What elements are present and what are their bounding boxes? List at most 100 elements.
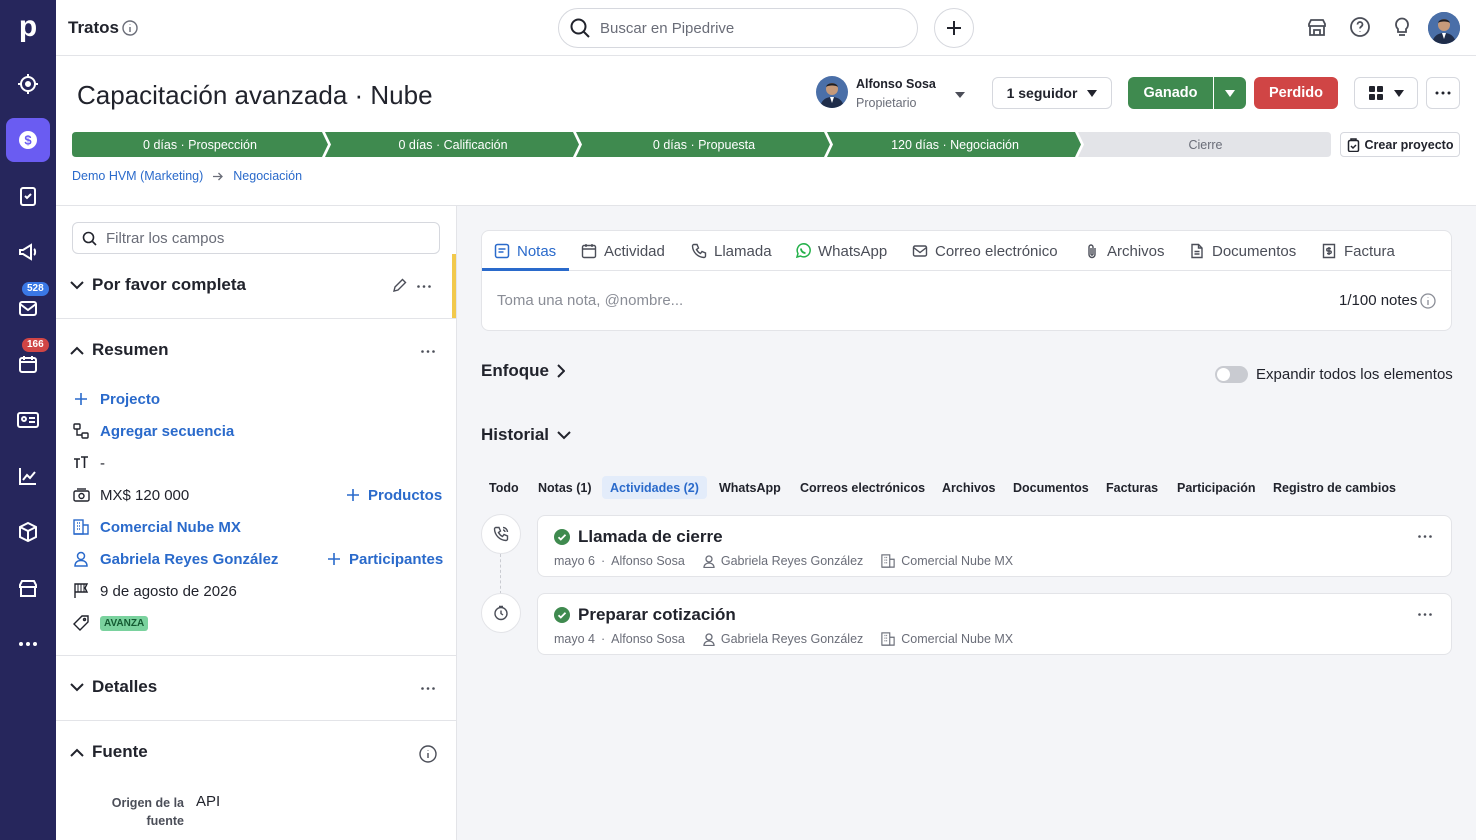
project-row[interactable]: Projecto [72, 388, 160, 410]
history-filter-invoices[interactable]: Facturas [1098, 476, 1166, 499]
organization-link[interactable]: Comercial Nube MX [100, 519, 241, 536]
tips-bulb-icon[interactable] [1391, 16, 1413, 38]
history-section-header[interactable]: Historial [481, 425, 571, 445]
history-filter-whatsapp[interactable]: WhatsApp [711, 476, 789, 499]
note-input[interactable]: Toma una nota, @nombre... [497, 292, 683, 309]
pipedrive-logo[interactable]: p [14, 10, 42, 44]
create-project-button[interactable]: Crear proyecto [1340, 132, 1460, 157]
activity-org[interactable]: Comercial Nube MX [901, 632, 1013, 646]
more-options-button[interactable] [1426, 77, 1460, 109]
source-section-header[interactable]: Fuente [70, 742, 148, 762]
complete-more-icon[interactable] [417, 285, 431, 288]
products-nav-icon[interactable] [6, 510, 50, 554]
info-icon[interactable] [419, 745, 437, 763]
info-icon[interactable] [122, 20, 138, 36]
followers-button[interactable]: 1 seguidor [992, 77, 1112, 109]
pipeline-stage[interactable]: 0 días · Propuesta [577, 132, 831, 157]
text-field-row[interactable]: - [72, 452, 105, 474]
activity-title[interactable]: Llamada de cierre [578, 527, 723, 547]
tab-documents[interactable]: Documentos [1189, 232, 1296, 270]
tasks-nav-icon[interactable] [6, 174, 50, 218]
activity-owner: Alfonso Sosa [611, 554, 685, 568]
activity-more-icon[interactable] [1418, 613, 1432, 616]
pipeline-stage[interactable]: 120 días · Negociación [828, 132, 1082, 157]
tab-call[interactable]: Llamada [691, 232, 772, 270]
owner-chevron-down-icon[interactable] [954, 91, 966, 99]
deal-tag[interactable]: AVANZA [100, 615, 149, 631]
marketplace-nav-icon[interactable] [6, 566, 50, 610]
details-more-icon[interactable] [421, 687, 435, 690]
edit-pencil-icon[interactable] [392, 278, 407, 293]
focus-section-header[interactable]: Enfoque [481, 361, 565, 381]
participants-label: Participantes [349, 550, 444, 568]
add-sequence-link[interactable]: Agregar secuencia [100, 423, 234, 440]
activity-more-icon[interactable] [1418, 535, 1432, 538]
contacts-nav-icon[interactable] [6, 398, 50, 442]
marketplace-icon[interactable] [1306, 16, 1328, 38]
more-nav-icon[interactable] [6, 622, 50, 666]
complete-section-header[interactable]: Por favor completa [70, 275, 246, 295]
pipeline-stage[interactable]: 0 días · Prospección [72, 132, 328, 157]
activity-card[interactable]: Llamada de cierre mayo 6 · Alfonso Sosa G… [537, 515, 1452, 577]
help-icon[interactable] [1349, 16, 1371, 38]
tab-label: Archivos [1107, 242, 1165, 260]
history-filter-activities[interactable]: Actividades (2) [602, 476, 707, 499]
deals-nav-icon[interactable]: $ [6, 118, 50, 162]
history-filter-participation[interactable]: Participación [1169, 476, 1264, 499]
project-link[interactable]: Projecto [100, 391, 160, 408]
history-filter-notes[interactable]: Notas (1) [530, 476, 599, 499]
person-link[interactable]: Gabriela Reyes González [100, 551, 278, 568]
history-filter-files[interactable]: Archivos [934, 476, 1004, 499]
info-icon[interactable] [1420, 293, 1436, 309]
source-origin-value[interactable]: API [196, 793, 220, 810]
filter-fields-input[interactable]: Filtrar los campos [72, 222, 440, 254]
tab-invoice[interactable]: Factura [1321, 232, 1395, 270]
organization-row[interactable]: Comercial Nube MX [72, 516, 241, 538]
history-filter-changelog[interactable]: Registro de cambios [1265, 476, 1404, 499]
add-participants-button[interactable]: Participantes [328, 548, 443, 570]
tab-email[interactable]: Correo electrónico [912, 232, 1058, 270]
quick-add-button[interactable] [934, 8, 974, 48]
history-filter-all[interactable]: Todo [481, 476, 527, 499]
focus-nav-icon[interactable] [6, 62, 50, 106]
activity-org[interactable]: Comercial Nube MX [901, 554, 1013, 568]
person-row[interactable]: Gabriela Reyes González [72, 548, 278, 570]
summary-section-header[interactable]: Resumen [70, 340, 169, 360]
won-options-button[interactable] [1214, 77, 1246, 109]
search-icon [82, 231, 97, 246]
close-date-row[interactable]: 9 de agosto de 2026 [72, 580, 237, 602]
pipeline-stage[interactable]: 0 días · Calificación [326, 132, 580, 157]
history-filter-emails[interactable]: Correos electrónicos [792, 476, 933, 499]
tab-activity[interactable]: Actividad [581, 232, 665, 270]
search-input[interactable]: Buscar en Pipedrive [558, 8, 918, 48]
user-avatar[interactable] [1428, 12, 1460, 44]
activity-person[interactable]: Gabriela Reyes González [721, 554, 863, 568]
activity-card[interactable]: Preparar cotización mayo 4 · Alfonso Sosa… [537, 593, 1452, 655]
check-done-icon[interactable] [554, 607, 570, 623]
tab-whatsapp[interactable]: WhatsApp [795, 232, 887, 270]
tags-row[interactable]: AVANZA [72, 612, 149, 634]
activity-title[interactable]: Preparar cotización [578, 605, 736, 625]
details-section-header[interactable]: Detalles [70, 677, 157, 697]
breadcrumb-pipeline[interactable]: Demo HVM (Marketing) [72, 169, 203, 183]
view-switch-button[interactable] [1354, 77, 1418, 109]
deal-title[interactable]: Capacitación avanzada · Nube [77, 80, 433, 111]
tab-notes[interactable]: Notas [494, 232, 556, 270]
tab-files[interactable]: Archivos [1084, 232, 1165, 270]
add-products-button[interactable]: Productos [347, 484, 442, 506]
lost-button[interactable]: Perdido [1254, 77, 1338, 109]
check-done-icon[interactable] [554, 529, 570, 545]
campaigns-nav-icon[interactable] [6, 230, 50, 274]
sequence-row[interactable]: Agregar secuencia [72, 420, 234, 442]
owner-name[interactable]: Alfonso Sosa [856, 77, 936, 91]
activity-person[interactable]: Gabriela Reyes González [721, 632, 863, 646]
history-filter-documents[interactable]: Documentos [1005, 476, 1097, 499]
pipeline-stage[interactable]: Cierre [1080, 132, 1331, 157]
source-origin-label: Origen de la fuente [96, 794, 184, 830]
summary-more-icon[interactable] [421, 350, 435, 353]
insights-nav-icon[interactable] [6, 454, 50, 498]
breadcrumb-stage[interactable]: Negociación [233, 169, 302, 183]
expand-all-toggle[interactable] [1215, 366, 1248, 383]
won-button[interactable]: Ganado [1128, 77, 1213, 109]
value-row[interactable]: MX$ 120 000 [72, 484, 189, 506]
